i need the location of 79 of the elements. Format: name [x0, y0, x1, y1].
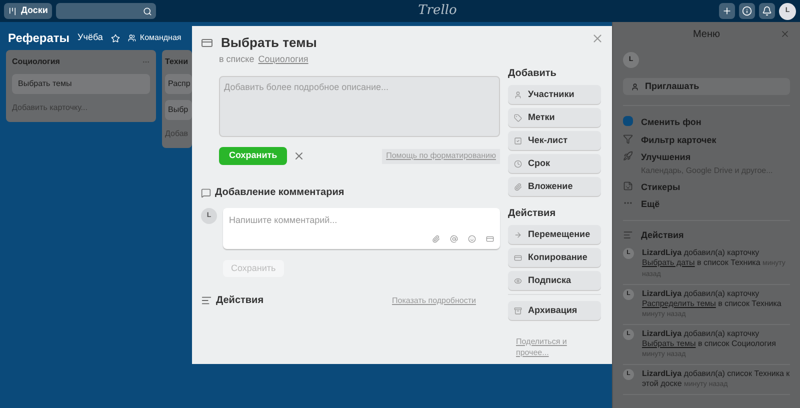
person-icon [631, 82, 639, 90]
sidebar-button[interactable]: Чек-лист [508, 131, 601, 150]
comment-field[interactable]: Напишите комментарий... [229, 214, 494, 228]
card-link[interactable]: Выбрать даты [642, 258, 695, 267]
card-item[interactable]: Выбр [165, 100, 192, 120]
close-icon[interactable] [293, 150, 306, 162]
move-icon [514, 230, 522, 238]
card-link[interactable]: Выбрать темы [642, 339, 696, 348]
sidebar-button[interactable]: Перемещение [508, 225, 601, 244]
menu-item[interactable]: Улучшения [641, 151, 773, 164]
members-icon [514, 90, 522, 98]
show-details-link[interactable]: Показать подробности [392, 294, 476, 306]
subscribe-icon [514, 276, 522, 284]
close-icon[interactable] [591, 32, 604, 45]
sidebar-button[interactable]: Метки [508, 108, 601, 127]
mention-icon[interactable] [450, 235, 458, 243]
section-heading: Действия [216, 294, 264, 308]
sidebar-button[interactable]: Участники [508, 85, 601, 104]
team-link[interactable]: Учёба [78, 31, 103, 45]
list-title: Техни [165, 56, 188, 68]
sidebar-button[interactable]: Вложение [508, 177, 601, 196]
activity-icon [623, 230, 633, 240]
search-field[interactable] [56, 3, 156, 19]
filter-icon [623, 134, 633, 144]
add-button[interactable] [719, 3, 735, 19]
menu-item[interactable]: Сменить фон [641, 116, 702, 130]
team-icon [128, 34, 136, 42]
stickers-icon [623, 180, 633, 190]
due-icon [514, 160, 522, 168]
board-title[interactable]: Рефераты [8, 29, 70, 47]
comment-box[interactable]: Напишите комментарий... [223, 208, 500, 249]
plus-icon [722, 6, 732, 16]
bell-icon [762, 6, 772, 16]
list-link[interactable]: Социология [258, 52, 308, 66]
labels-icon [514, 114, 522, 122]
checklist-icon [514, 136, 522, 144]
sidebar-button[interactable]: Срок [508, 154, 601, 173]
copy-icon [514, 254, 522, 262]
menu-item[interactable]: Фильтр карточек [641, 134, 716, 147]
invite-button[interactable]: Приглашать [623, 78, 790, 95]
menu-title: Меню [692, 28, 720, 42]
sidebar-button[interactable]: Копирование [508, 248, 601, 267]
card-title[interactable]: Выбрать темы [221, 33, 317, 52]
boards-icon [8, 6, 17, 16]
visibility-label[interactable]: Командная [140, 32, 182, 44]
sidebar-button[interactable]: Архивация [508, 301, 601, 320]
menu-item[interactable]: Стикеры [641, 180, 680, 194]
close-icon[interactable] [780, 29, 790, 39]
card-item[interactable]: Распр [165, 74, 192, 94]
activity-heading: Действия [641, 228, 684, 242]
attachment-icon[interactable] [432, 235, 440, 243]
share-link[interactable]: Поделиться и прочее... [508, 336, 588, 358]
activity-icon [201, 295, 212, 306]
formatting-help-link[interactable]: Помощь по форматированию [382, 148, 500, 164]
menu-item[interactable]: Ещё [641, 198, 660, 212]
attachment-icon [514, 182, 522, 190]
description-field[interactable]: Добавить более подробное описание... [219, 76, 500, 137]
powerups-icon [623, 151, 633, 161]
star-icon[interactable] [110, 34, 120, 42]
list-label: в списке [219, 52, 254, 66]
card-item[interactable]: Выбрать темы [12, 74, 150, 94]
section-heading: Добавление комментария [215, 186, 344, 200]
emoji-icon[interactable] [468, 235, 476, 243]
info-icon [742, 6, 752, 16]
search-icon [142, 6, 152, 16]
comment-icon [201, 188, 211, 198]
card-icon[interactable] [486, 235, 494, 243]
sidebar-button[interactable]: Подписка [508, 271, 601, 290]
list-title: Социология [12, 56, 60, 68]
info-button[interactable] [739, 3, 755, 19]
card-link[interactable]: Распределить темы [642, 299, 716, 308]
trello-logo[interactable]: Trello [418, 1, 457, 21]
archive-icon [514, 306, 522, 314]
section-heading: Действия [508, 207, 557, 221]
card-icon [201, 36, 213, 49]
notifications-button[interactable] [759, 3, 775, 19]
boards-button[interactable]: Доски [4, 3, 52, 19]
save-button[interactable]: Сохранить [219, 147, 288, 165]
section-heading: Добавить [508, 67, 558, 81]
